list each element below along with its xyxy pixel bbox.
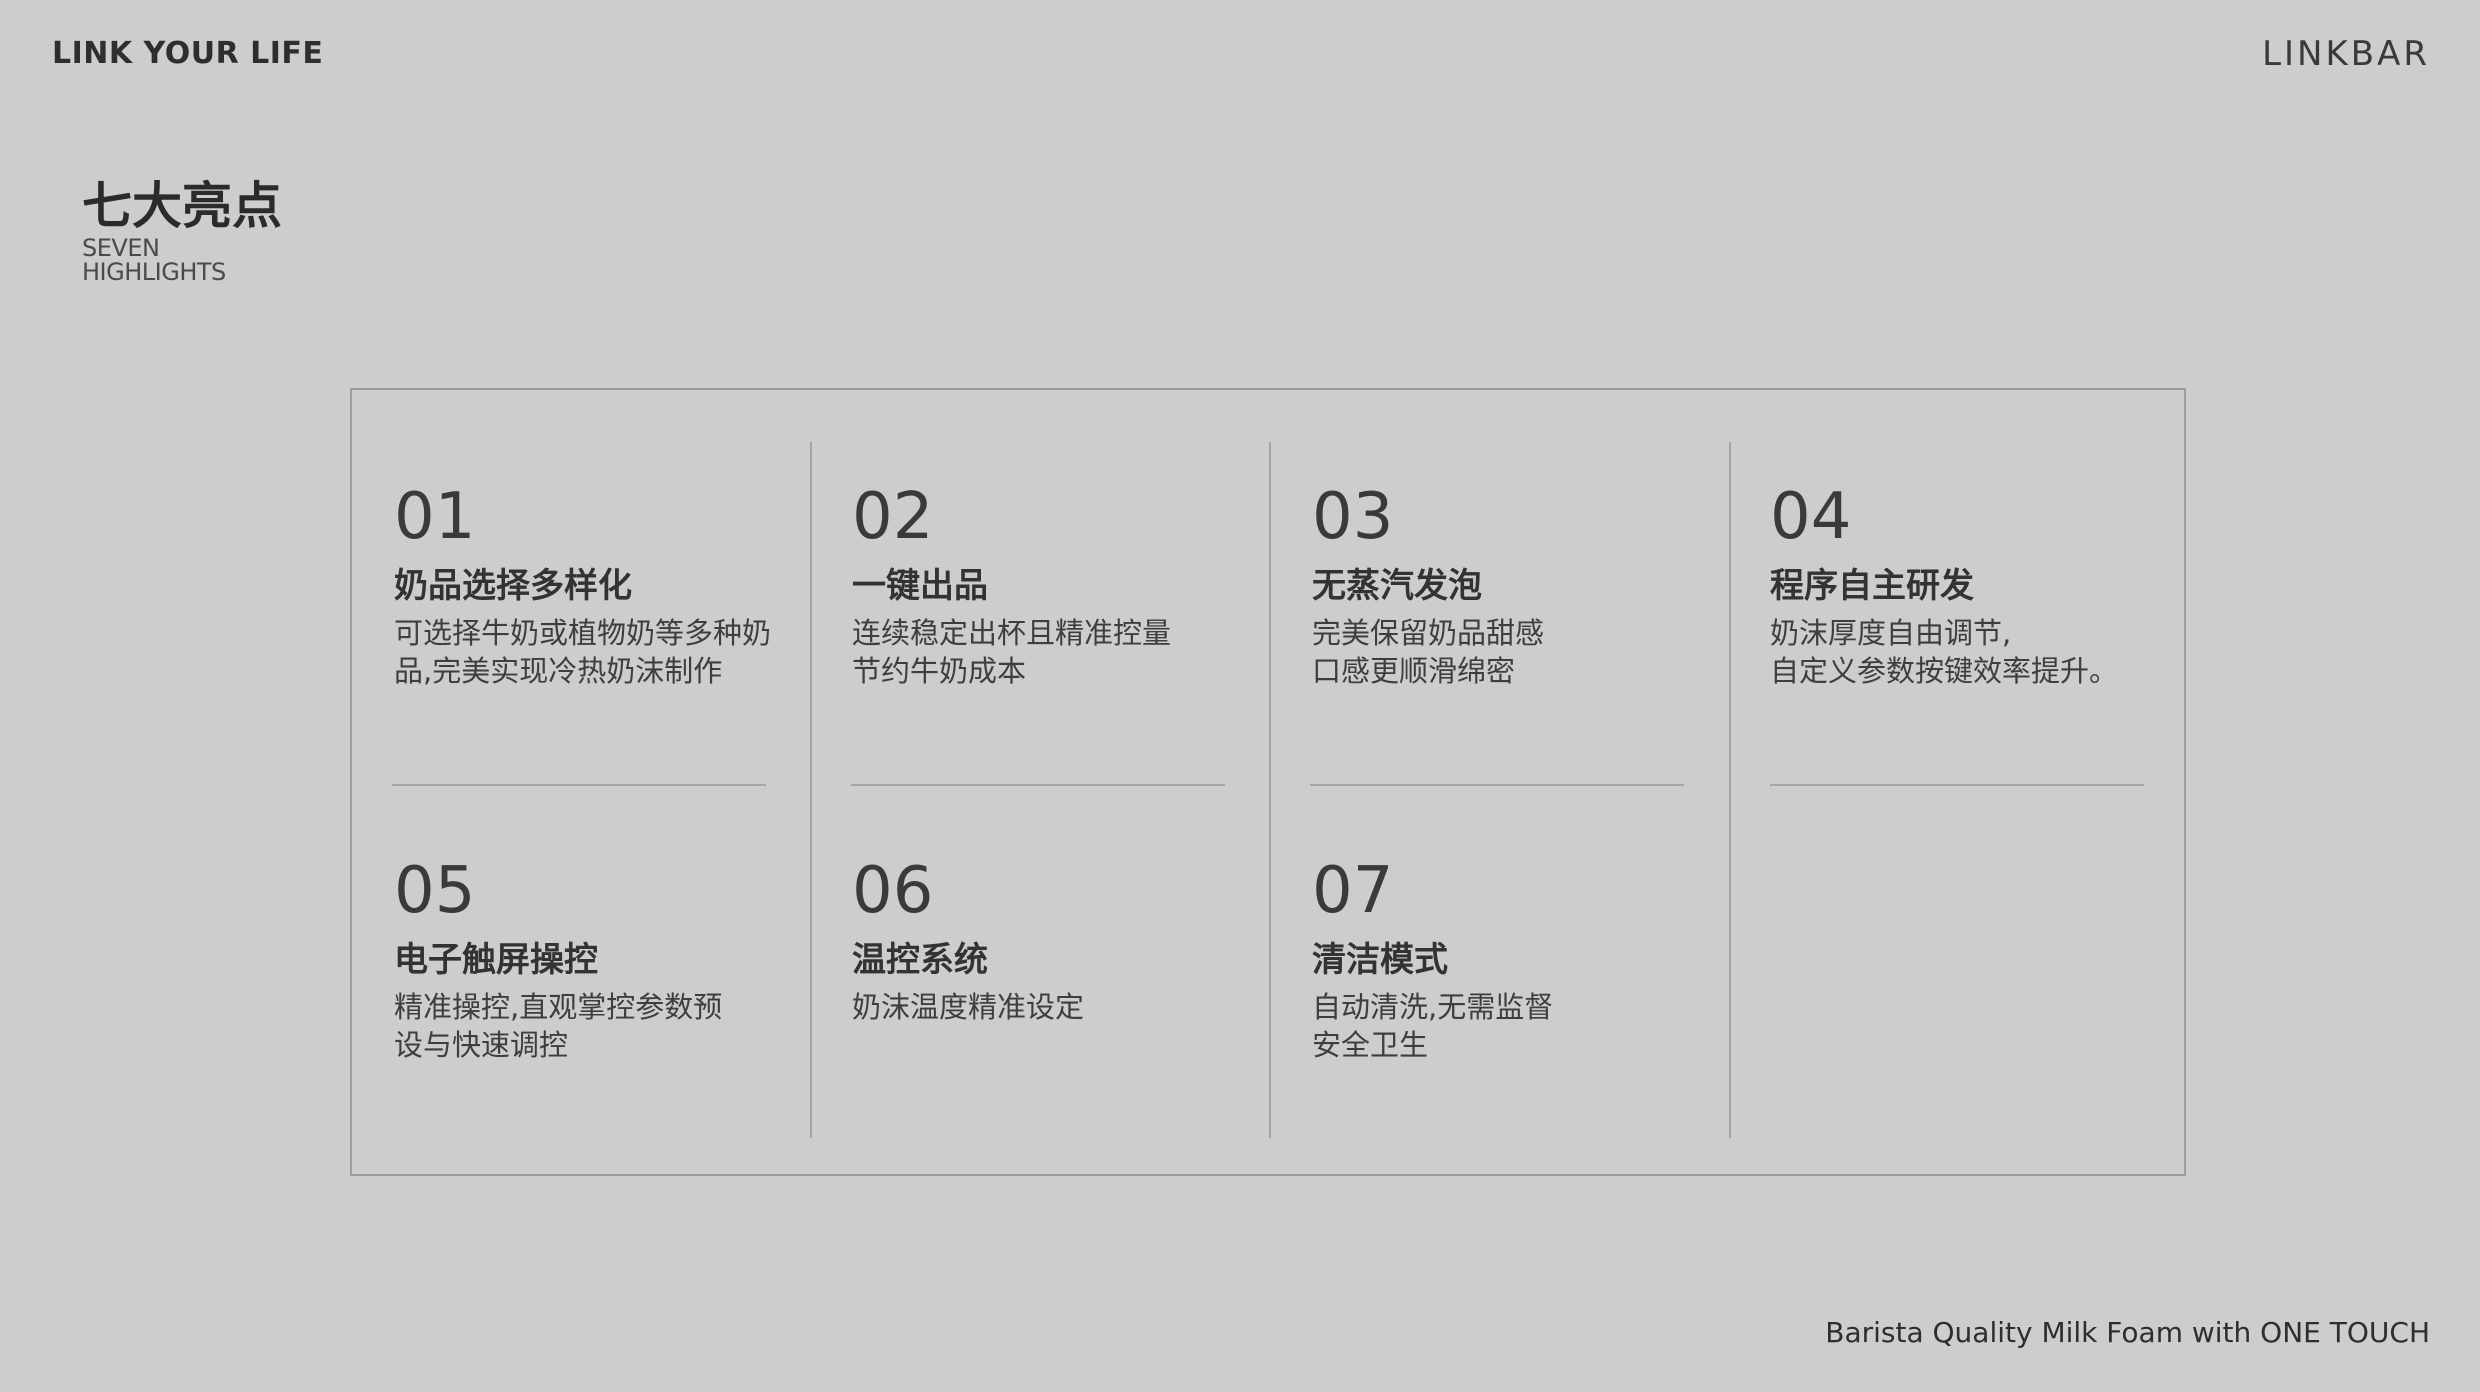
highlight-number: 03 [1312,480,1394,554]
highlight-number: 04 [1770,480,1852,554]
highlight-description: 可选择牛奶或植物奶等多种奶 品,完美实现冷热奶沫制作 [394,616,772,688]
highlight-title: 电子触屏操控 [394,940,598,980]
highlight-description: 奶沫厚度自由调节, 自定义参数按键效率提升。 [1770,616,2119,688]
brand-logo: LINKBAR [2262,34,2430,74]
highlight-title: 程序自主研发 [1770,566,1974,606]
highlight-number: 07 [1312,854,1394,928]
row-divider [1310,784,1684,786]
highlight-item-04: 04 程序自主研发 奶沫厚度自由调节, 自定义参数按键效率提升。 [1770,482,2190,690]
highlight-number: 05 [394,854,476,928]
highlight-title: 无蒸汽发泡 [1312,566,1482,606]
highlight-item-03: 03 无蒸汽发泡 完美保留奶品甜感 口感更顺滑绵密 [1312,482,1732,690]
highlight-number: 06 [852,854,934,928]
footer-slogan: Barista Quality Milk Foam with ONE TOUCH [1825,1316,2430,1349]
highlight-number: 01 [394,480,476,554]
highlight-item-07: 07 清洁模式 自动清洗,无需监督 安全卫生 [1312,856,1732,1064]
highlight-item-06: 06 温控系统 奶沫温度精准设定 [852,856,1272,1026]
row-divider [851,784,1225,786]
highlight-number: 02 [852,480,934,554]
row-divider [1770,784,2144,786]
highlight-title: 温控系统 [852,940,988,980]
brand-tagline: LINK YOUR LIFE [52,36,324,71]
highlights-panel: 01 奶品选择多样化 可选择牛奶或植物奶等多种奶 品,完美实现冷热奶沫制作 02… [350,388,2186,1176]
highlight-description: 连续稳定出杯且精准控量 节约牛奶成本 [852,616,1172,688]
highlight-item-01: 01 奶品选择多样化 可选择牛奶或植物奶等多种奶 品,完美实现冷热奶沫制作 [394,482,814,690]
highlight-description: 精准操控,直观掌控参数预 设与快速调控 [394,990,723,1062]
highlight-title: 奶品选择多样化 [394,566,632,606]
highlight-description: 自动清洗,无需监督 安全卫生 [1312,990,1554,1062]
highlight-title: 一键出品 [852,566,988,606]
section-heading: 七大亮点 SEVEN HIGHLIGHTS [82,176,282,284]
highlight-description: 奶沫温度精准设定 [852,990,1085,1024]
highlight-description: 完美保留奶品甜感 口感更顺滑绵密 [1312,616,1545,688]
section-title: 七大亮点 [82,177,282,235]
row-divider [392,784,766,786]
highlight-title: 清洁模式 [1312,940,1448,980]
highlight-item-02: 02 一键出品 连续稳定出杯且精准控量 节约牛奶成本 [852,482,1272,690]
section-subtitle-line1: SEVEN [82,234,160,262]
highlight-item-05: 05 电子触屏操控 精准操控,直观掌控参数预 设与快速调控 [394,856,814,1064]
section-subtitle-line2: HIGHLIGHTS [82,258,226,286]
